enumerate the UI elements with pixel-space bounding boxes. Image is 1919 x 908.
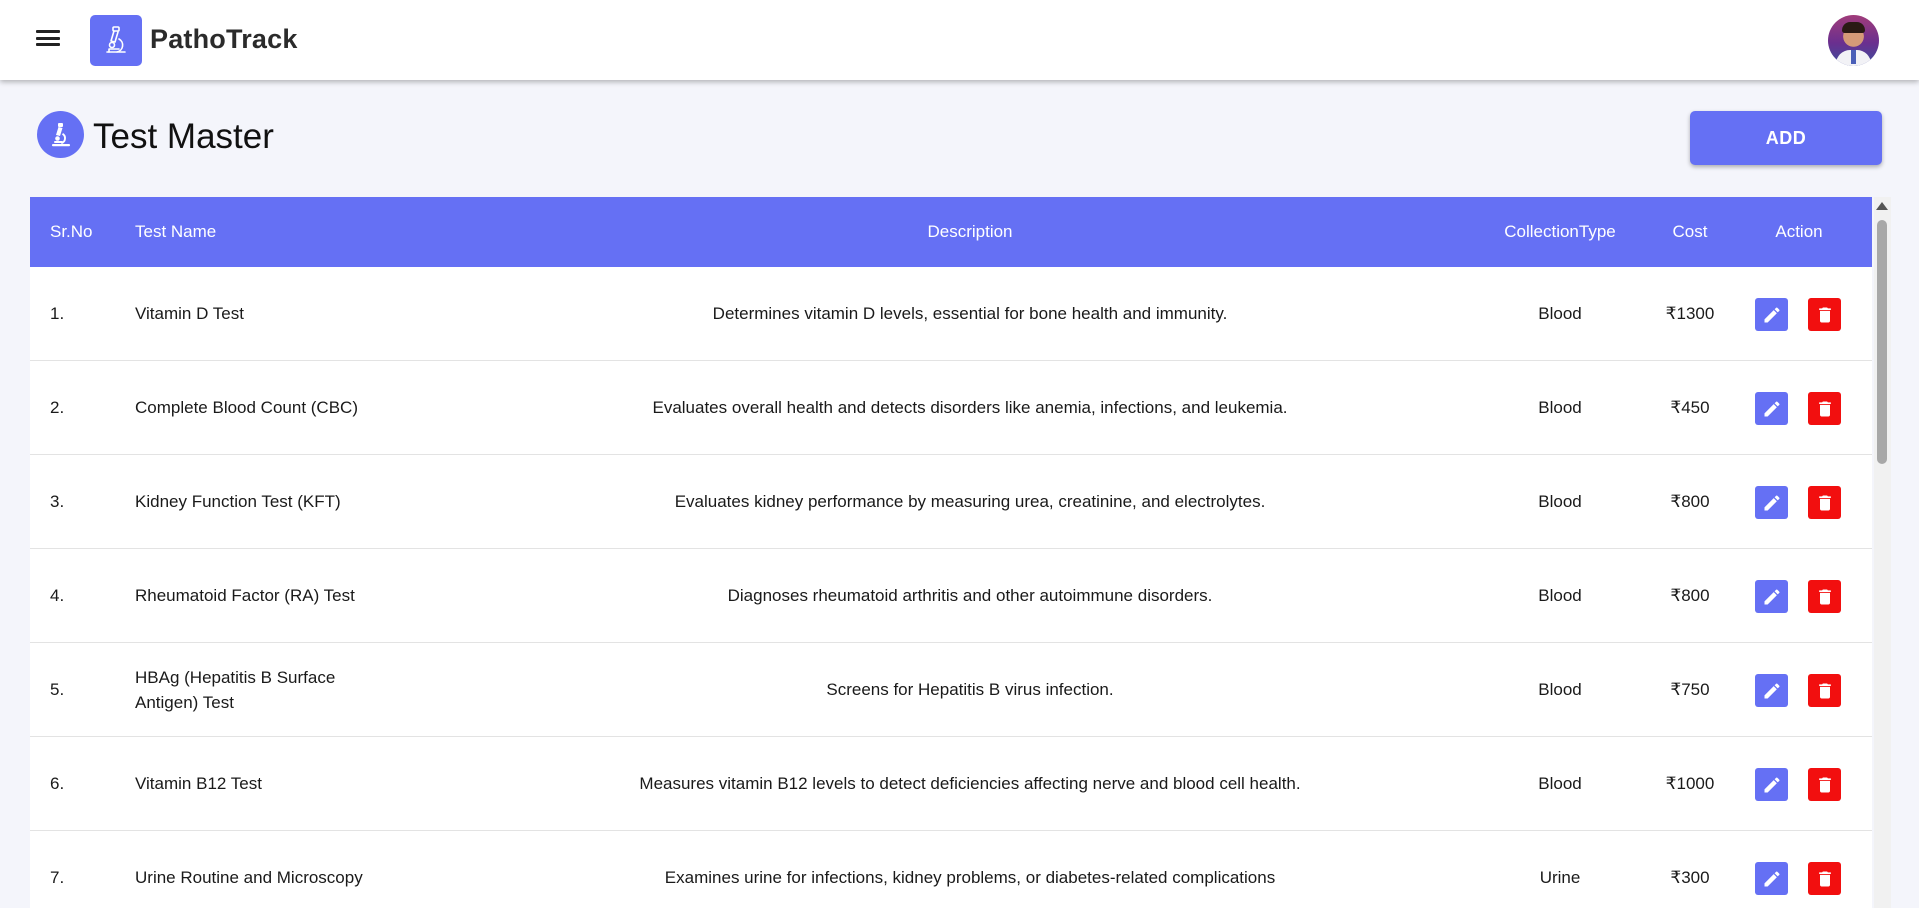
row-collection-type: Blood: [1538, 303, 1582, 323]
scroll-up-arrow-icon[interactable]: [1876, 202, 1888, 210]
trash-icon: [1818, 871, 1831, 886]
row-cost: ₹800: [1670, 585, 1710, 605]
delete-button[interactable]: [1808, 768, 1841, 801]
row-test-name: Urine Routine and Microscopy: [135, 868, 363, 887]
edit-button[interactable]: [1755, 768, 1788, 801]
row-cost: ₹1000: [1665, 773, 1715, 793]
delete-button[interactable]: [1808, 862, 1841, 895]
row-sr: 3.: [50, 491, 65, 511]
row-sr: 7.: [50, 867, 65, 887]
row-cost: ₹1300: [1665, 303, 1715, 323]
row-sr: 4.: [50, 585, 65, 605]
row-sr: 5.: [50, 679, 65, 699]
row-collection-type: Blood: [1538, 491, 1582, 511]
trash-icon: [1818, 307, 1831, 322]
column-header-collection-type: CollectionType: [1504, 222, 1616, 241]
trash-icon: [1818, 401, 1831, 416]
table-row: 5. HBAg (Hepatitis B Surface Antigen) Te…: [30, 643, 1872, 737]
scrollbar-thumb[interactable]: [1877, 220, 1887, 464]
row-sr: 1.: [50, 303, 65, 323]
row-collection-type: Blood: [1538, 585, 1582, 605]
row-collection-type: Blood: [1538, 773, 1582, 793]
pencil-icon: [1764, 494, 1780, 510]
edit-button[interactable]: [1755, 580, 1788, 613]
pencil-icon: [1764, 400, 1780, 416]
user-avatar[interactable]: [1828, 15, 1879, 66]
row-test-name: Vitamin B12 Test: [135, 774, 262, 793]
column-header-cost: Cost: [1672, 222, 1708, 241]
edit-button[interactable]: [1755, 674, 1788, 707]
microscope-icon: [37, 111, 84, 158]
row-test-name: Kidney Function Test (KFT): [135, 492, 341, 511]
menu-icon[interactable]: [36, 28, 60, 48]
delete-button[interactable]: [1808, 298, 1841, 331]
column-header-name: Test Name: [135, 222, 217, 241]
row-description: Evaluates kidney performance by measurin…: [674, 491, 1266, 511]
row-test-name: HBAg (Hepatitis B Surface Antigen) Test: [135, 667, 336, 712]
row-test-name: Rheumatoid Factor (RA) Test: [135, 586, 355, 605]
add-button[interactable]: ADD: [1690, 111, 1882, 165]
trash-icon: [1818, 683, 1831, 698]
edit-button[interactable]: [1755, 392, 1788, 425]
column-header-sr: Sr.No: [50, 222, 93, 241]
edit-button[interactable]: [1755, 862, 1788, 895]
pencil-icon: [1764, 870, 1780, 886]
pencil-icon: [1764, 682, 1780, 698]
trash-icon: [1818, 589, 1831, 604]
delete-button[interactable]: [1808, 392, 1841, 425]
row-description: Examines urine for infections, kidney pr…: [664, 867, 1276, 887]
table-header: Sr.No Test Name Description CollectionTy…: [30, 197, 1872, 267]
row-cost: ₹750: [1670, 679, 1710, 699]
row-description: Screens for Hepatitis B virus infection.: [826, 679, 1114, 699]
row-test-name: Complete Blood Count (CBC): [135, 398, 358, 417]
row-collection-type: Blood: [1538, 679, 1582, 699]
test-table: Sr.No Test Name Description CollectionTy…: [30, 197, 1872, 908]
row-sr: 6.: [50, 773, 65, 793]
table-row: 2. Complete Blood Count (CBC) Evaluates …: [30, 361, 1872, 455]
edit-button[interactable]: [1755, 486, 1788, 519]
page-title: Test Master: [93, 117, 274, 156]
row-test-name: Vitamin D Test: [135, 304, 244, 323]
trash-icon: [1818, 495, 1831, 510]
delete-button[interactable]: [1808, 580, 1841, 613]
row-description: Determines vitamin D levels, essential f…: [712, 303, 1228, 323]
column-header-action: Action: [1775, 222, 1823, 241]
microscope-icon: [90, 15, 142, 66]
table-row: 4. Rheumatoid Factor (RA) Test Diagnoses…: [30, 549, 1872, 643]
app-bar: PathoTrack: [0, 0, 1919, 80]
table-row: 7. Urine Routine and Microscopy Examines…: [30, 831, 1872, 908]
row-cost: ₹450: [1670, 397, 1710, 417]
edit-button[interactable]: [1755, 298, 1788, 331]
row-sr: 2.: [50, 397, 65, 417]
trash-icon: [1818, 777, 1831, 792]
table-row: 6. Vitamin B12 Test Measures vitamin B12…: [30, 737, 1872, 831]
row-description: Evaluates overall health and detects dis…: [652, 397, 1288, 417]
delete-button[interactable]: [1808, 486, 1841, 519]
row-collection-type: Blood: [1538, 397, 1582, 417]
pencil-icon: [1764, 588, 1780, 604]
row-cost: ₹800: [1670, 491, 1710, 511]
brand-name: PathoTrack: [150, 24, 298, 54]
row-description: Measures vitamin B12 levels to detect de…: [639, 773, 1301, 793]
column-header-description: Description: [927, 222, 1013, 241]
row-description: Diagnoses rheumatoid arthritis and other…: [727, 585, 1213, 605]
row-collection-type: Urine: [1539, 867, 1581, 887]
pencil-icon: [1764, 306, 1780, 322]
pencil-icon: [1764, 776, 1780, 792]
table-row: 1. Vitamin D Test Determines vitamin D l…: [30, 267, 1872, 361]
delete-button[interactable]: [1808, 674, 1841, 707]
table-row: 3. Kidney Function Test (KFT) Evaluates …: [30, 455, 1872, 549]
row-cost: ₹300: [1670, 867, 1710, 887]
